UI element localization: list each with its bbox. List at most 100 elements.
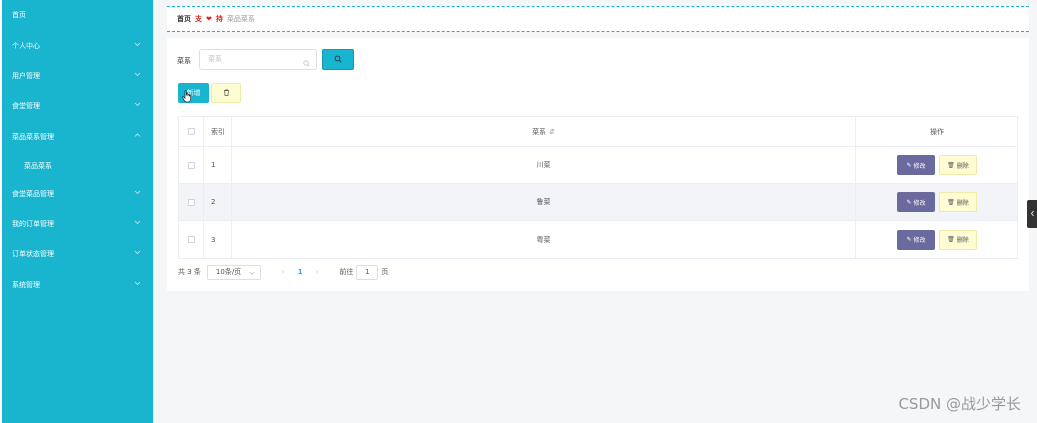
- table-header-row: 索引 菜系 ⇵ 操作: [179, 117, 1017, 147]
- chevron-down-icon: [134, 101, 141, 108]
- sidebar-item-cuisine-management[interactable]: 菜品菜系管理: [2, 122, 153, 152]
- chevron-down-icon: [134, 249, 141, 256]
- sidebar-item-label: 系统管理: [12, 281, 40, 289]
- header-index: 索引: [204, 117, 232, 146]
- search-placeholder: 菜系: [208, 55, 222, 63]
- row-name: 川菜: [232, 147, 856, 183]
- delete-button[interactable]: 🗑 删除: [939, 192, 977, 212]
- sidebar-item-home[interactable]: 首页: [2, 0, 153, 30]
- delete-button[interactable]: 🗑 删除: [939, 229, 977, 250]
- row-name: 鲁菜: [232, 184, 856, 220]
- goto-page-value: 1: [365, 268, 370, 276]
- chevron-up-icon: [134, 132, 141, 139]
- edit-icon: ✎: [906, 236, 912, 243]
- trash-icon: 🗑: [947, 236, 955, 243]
- sidebar: 首页 个人中心 用户管理 食堂管理 菜品菜系管理 菜品菜系 食堂菜品管理 我的订…: [2, 0, 153, 423]
- sidebar-item-label: 我的订单管理: [12, 220, 54, 228]
- prev-page-icon[interactable]: ‹: [282, 268, 285, 276]
- collapse-tab[interactable]: [1027, 200, 1037, 228]
- page-size-select[interactable]: 10条/页: [206, 264, 261, 280]
- row-checkbox[interactable]: [187, 236, 195, 243]
- table-row: 3 粤菜 ✎ 修改 🗑 删除: [179, 221, 1017, 258]
- pagination: 共 3 条 10条/页 ‹ 1 › 前往 1 页: [178, 264, 389, 280]
- row-checkbox[interactable]: [187, 161, 195, 169]
- pagination-total: 共 3 条: [178, 268, 201, 276]
- chevron-down-icon: [134, 219, 141, 226]
- search-label: 菜系: [177, 57, 191, 65]
- delete-button[interactable]: 🗑 删除: [939, 155, 977, 175]
- trash-icon: 🗑: [947, 161, 955, 169]
- table-row: 1 川菜 ✎ 修改 🗑 删除: [179, 147, 1017, 184]
- page-size-value: 10条/页: [215, 268, 242, 276]
- trash-icon: 🗑: [947, 198, 955, 206]
- sidebar-item-label: 用户管理: [12, 72, 40, 80]
- edit-icon: ✎: [906, 161, 912, 169]
- sidebar-item-cuisine[interactable]: 菜品菜系: [2, 151, 153, 181]
- breadcrumb-current: 菜品菜系: [226, 15, 255, 23]
- search-input[interactable]: 菜系: [199, 49, 317, 70]
- breadcrumb-separator-2: 持: [215, 15, 223, 23]
- delete-label: 删除: [956, 199, 969, 207]
- chevron-down-icon: [134, 280, 141, 287]
- edit-button[interactable]: ✎ 修改: [897, 192, 935, 212]
- goto-page-input[interactable]: 1: [356, 264, 379, 280]
- watermark: CSDN @战少学长: [898, 395, 1021, 413]
- edit-label: 修改: [913, 237, 926, 244]
- row-index: 1: [204, 147, 232, 183]
- header-ops: 操作: [930, 127, 944, 136]
- breadcrumb: 首页 支 ❤ 持 菜品菜系: [167, 6, 1029, 32]
- chevron-down-icon: [134, 189, 141, 196]
- chevron-down-icon: [134, 41, 141, 48]
- goto-label: 前往: [339, 268, 354, 276]
- sidebar-item-system[interactable]: 系统管理: [2, 270, 153, 300]
- select-all-checkbox[interactable]: [187, 128, 195, 135]
- header-name-label: 菜系: [532, 127, 547, 136]
- cuisine-table: 索引 菜系 ⇵ 操作 1 川菜 ✎ 修改 🗑 删除 2 鲁菜 ✎ 修改 🗑 删除 3 粤菜…: [178, 116, 1018, 259]
- header-checkbox-cell: [179, 117, 204, 146]
- trash-icon: [223, 88, 230, 98]
- sidebar-item-canteen-management[interactable]: 食堂管理: [2, 91, 153, 121]
- row-checkbox-cell: [179, 184, 204, 220]
- row-actions: ✎ 修改 🗑 删除: [856, 147, 1018, 183]
- sidebar-item-canteen-dishes[interactable]: 食堂菜品管理: [2, 179, 153, 209]
- sidebar-item-label: 食堂菜品管理: [12, 190, 54, 198]
- edit-label: 修改: [913, 162, 926, 170]
- sidebar-item-my-orders[interactable]: 我的订单管理: [2, 209, 153, 239]
- current-page[interactable]: 1: [298, 268, 303, 276]
- sidebar-item-label: 个人中心: [12, 42, 40, 50]
- chevron-left-icon: [1030, 210, 1035, 219]
- delete-label: 删除: [956, 162, 969, 170]
- breadcrumb-home[interactable]: 首页: [177, 14, 191, 24]
- row-checkbox-cell: [179, 147, 204, 183]
- chevron-down-icon: [134, 71, 141, 78]
- row-index: 2: [204, 184, 232, 220]
- sidebar-item-label: 食堂管理: [12, 102, 40, 110]
- next-page-icon[interactable]: ›: [316, 268, 319, 276]
- chevron-down-icon: [249, 270, 255, 278]
- row-checkbox[interactable]: [187, 198, 195, 206]
- page-suffix: 页: [381, 268, 389, 276]
- batch-delete-button[interactable]: [211, 83, 241, 103]
- hand-cursor-icon: [182, 90, 192, 105]
- search-icon: [334, 55, 342, 65]
- row-checkbox-cell: [179, 221, 204, 258]
- breadcrumb-separator: 支: [195, 15, 202, 23]
- table-row: 2 鲁菜 ✎ 修改 🗑 删除: [179, 184, 1017, 221]
- row-actions: ✎ 修改 🗑 删除: [856, 184, 1018, 220]
- sidebar-item-label: 首页: [12, 11, 26, 19]
- sidebar-item-label: 菜品菜系: [24, 162, 52, 170]
- edit-button[interactable]: ✎ 修改: [897, 229, 935, 250]
- delete-label: 删除: [956, 237, 969, 244]
- edit-label: 修改: [913, 199, 926, 207]
- row-index: 3: [204, 221, 232, 258]
- search-icon: [303, 56, 310, 75]
- sort-icon[interactable]: ⇵: [549, 128, 555, 136]
- search-button[interactable]: [322, 49, 354, 70]
- header-name[interactable]: 菜系 ⇵: [232, 117, 856, 146]
- sidebar-item-personal-center[interactable]: 个人中心: [2, 31, 153, 61]
- edit-button[interactable]: ✎ 修改: [897, 155, 935, 175]
- sidebar-item-user-management[interactable]: 用户管理: [2, 61, 153, 91]
- sidebar-item-order-status[interactable]: 订单状态管理: [2, 239, 153, 269]
- heart-icon: ❤: [206, 15, 212, 23]
- row-actions: ✎ 修改 🗑 删除: [856, 221, 1018, 258]
